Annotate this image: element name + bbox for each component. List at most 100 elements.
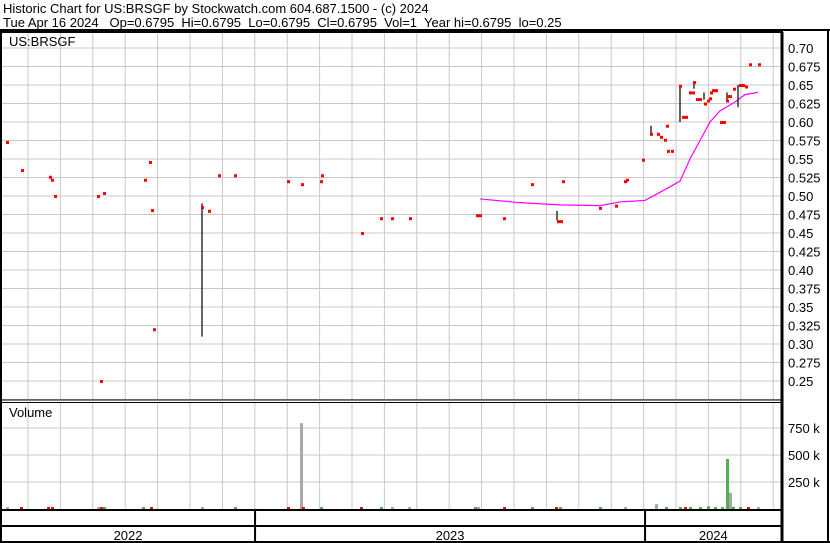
y-tick-label: 0.375 [788, 282, 821, 297]
price-point [503, 217, 506, 221]
price-point [409, 217, 412, 221]
y-tick-label: 0.575 [788, 134, 821, 149]
y-tick-label: 0.25 [788, 374, 813, 389]
price-point [742, 84, 745, 87]
y-tick-label: 0.30 [788, 337, 813, 352]
volume-bar [20, 507, 23, 509]
price-point [720, 121, 723, 124]
volume-bar [679, 507, 682, 509]
y-tick-label: 0.70 [788, 41, 813, 56]
price-point [667, 149, 670, 153]
y-tick-label: 0.40 [788, 263, 813, 278]
price-point [692, 91, 695, 95]
price-point [6, 140, 9, 144]
price-point [380, 217, 383, 221]
volume-tick-label: 250 k [788, 475, 820, 490]
y-tick-label: 0.525 [788, 171, 821, 186]
volume-bar [51, 507, 54, 509]
price-point [689, 91, 692, 95]
price-point [54, 195, 57, 198]
y-tick-label: 0.65 [788, 78, 813, 93]
price-point [361, 232, 364, 235]
price-point [693, 81, 696, 85]
volume-tick-label: 750 k [788, 421, 820, 436]
price-point [671, 149, 674, 153]
price-point [153, 328, 156, 332]
price-point [151, 209, 154, 213]
volume-bar [732, 506, 735, 509]
price-point [531, 183, 534, 187]
volume-bar [714, 507, 717, 509]
price-point [51, 178, 54, 182]
y-tick-label: 0.675 [788, 60, 821, 75]
price-point [301, 183, 304, 187]
volume-tick-label: 500 k [788, 448, 820, 463]
volume-bar [531, 507, 534, 509]
y-tick-label: 0.35 [788, 300, 813, 315]
price-point [234, 174, 237, 178]
volume-bar [665, 507, 668, 509]
volume-bar [699, 507, 702, 509]
x-year-label: 2023 [436, 528, 465, 543]
volume-bar [559, 507, 562, 509]
price-point [21, 169, 24, 173]
price-point [745, 85, 748, 89]
volume-bar [726, 458, 729, 509]
volume-bar [477, 507, 480, 509]
y-tick-label: 0.275 [788, 356, 821, 371]
price-point [97, 195, 100, 198]
symbol-label: US:BRSGF [9, 34, 76, 49]
price-point [712, 89, 715, 93]
volume-bar [503, 507, 506, 509]
y-tick-label: 0.45 [788, 226, 813, 241]
volume-bar [757, 507, 760, 509]
volume-bar [97, 507, 100, 509]
volume-bar [320, 507, 323, 509]
price-point [557, 220, 560, 224]
price-point [715, 89, 718, 93]
price-point [685, 115, 688, 119]
volume-bar [721, 507, 724, 509]
y-tick-label: 0.50 [788, 189, 813, 204]
volume-bar [391, 507, 394, 509]
plot-background [0, 30, 830, 543]
volume-bar [360, 507, 363, 509]
price-point [642, 158, 645, 162]
volume-bar [47, 507, 50, 509]
volume-bar [684, 507, 687, 509]
price-point [704, 102, 707, 106]
price-point [615, 204, 618, 208]
volume-bar [287, 507, 290, 509]
volume-bar [300, 423, 303, 509]
volume-bar [655, 504, 658, 509]
price-point [599, 206, 602, 210]
price-point [103, 192, 106, 196]
y-tick-label: 0.55 [788, 152, 813, 167]
chart-window: Historic Chart for US:BRSGF by Stockwatc… [0, 0, 830, 543]
price-point [201, 206, 204, 210]
price-point [144, 178, 147, 182]
volume-bar [100, 507, 103, 509]
price-point [49, 175, 52, 179]
volume-bar [380, 507, 383, 509]
volume-bar [201, 507, 204, 509]
volume-bar [408, 507, 411, 509]
price-point [208, 209, 211, 213]
price-point [682, 115, 685, 119]
price-point [758, 63, 761, 67]
volume-bar [599, 507, 602, 509]
price-point [560, 220, 563, 224]
volume-bar [474, 507, 477, 509]
y-tick-label: 0.60 [788, 115, 813, 130]
volume-bar [234, 507, 237, 509]
price-point [479, 214, 482, 218]
volume-bar [729, 492, 732, 509]
price-volume-chart: 0.70 0.675 0.65 0.625 0.60 0.575 0.55 0.525 0.50… [0, 29, 830, 543]
y-tick-label: 0.625 [788, 97, 821, 112]
volume-bar [142, 507, 145, 509]
volume-bar [555, 507, 558, 509]
price-point [733, 87, 736, 91]
price-point [709, 97, 712, 101]
price-point [664, 138, 667, 142]
price-point [729, 95, 732, 99]
